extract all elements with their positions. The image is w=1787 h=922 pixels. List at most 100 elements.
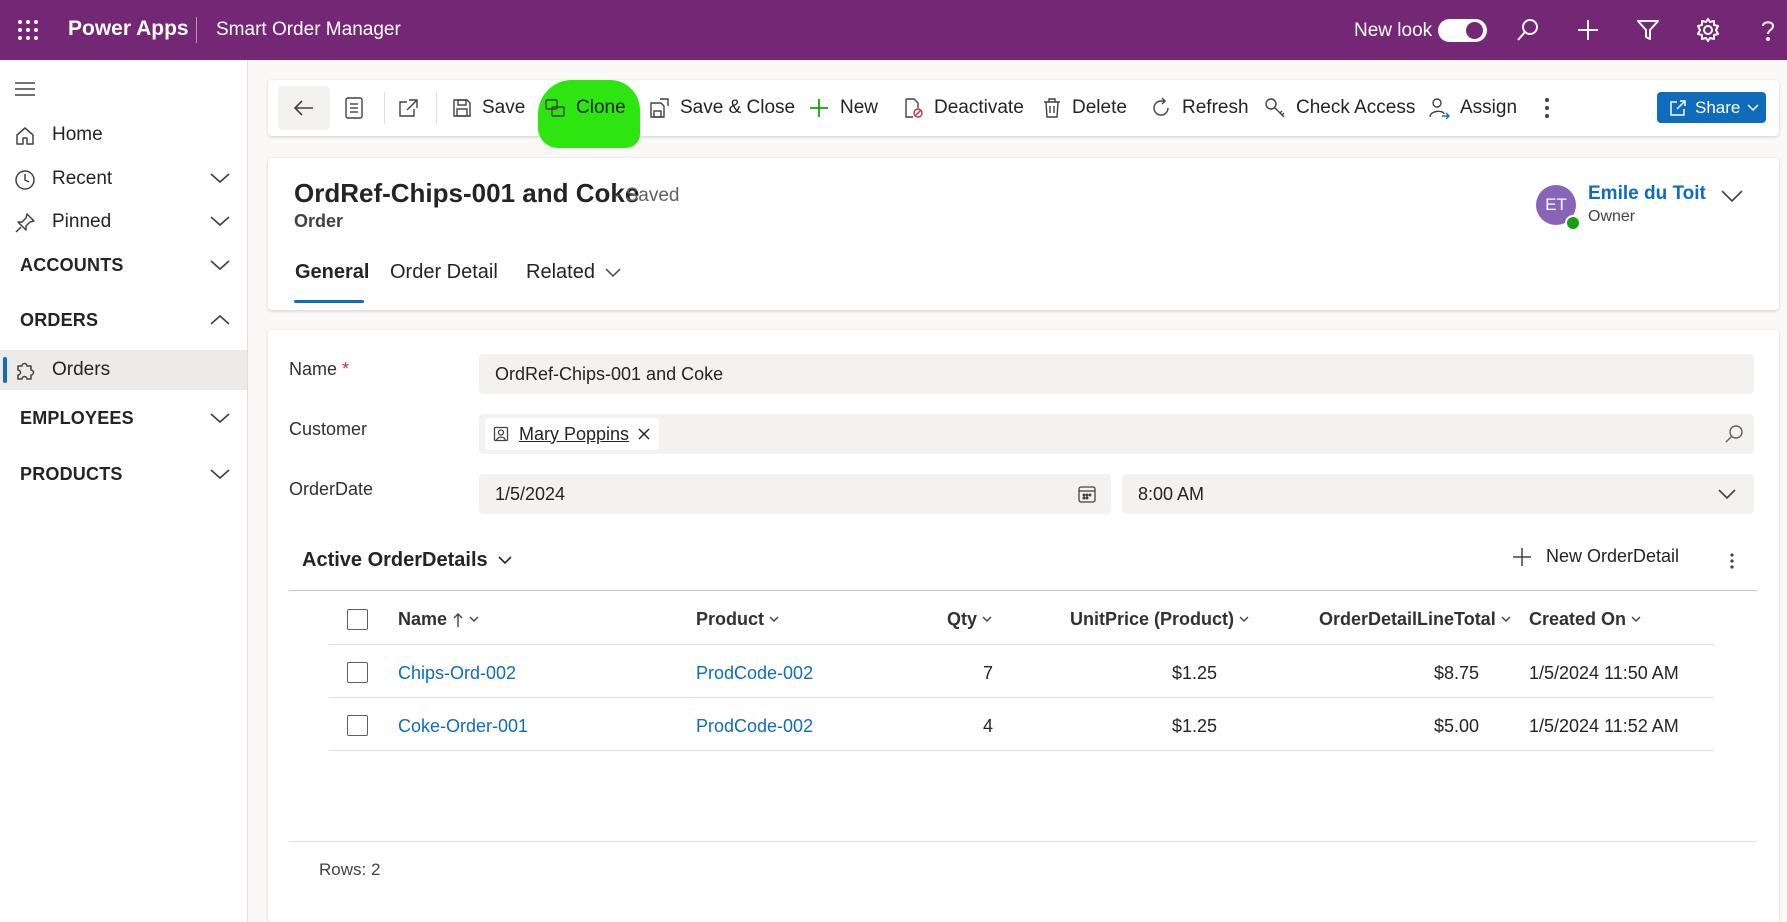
deactivate-icon bbox=[905, 98, 923, 118]
column-header-linetotal[interactable]: OrderDetailLineTotal bbox=[1319, 609, 1511, 630]
customer-name-link[interactable]: Mary Poppins bbox=[519, 424, 629, 445]
refresh-button[interactable]: Refresh bbox=[1150, 86, 1249, 130]
sidebar-item-pinned[interactable]: Pinned bbox=[0, 202, 247, 242]
hamburger-icon[interactable] bbox=[14, 80, 36, 98]
delete-button[interactable]: Delete bbox=[1042, 86, 1127, 130]
chevron-down-icon bbox=[1239, 616, 1249, 622]
select-all-checkbox[interactable] bbox=[347, 609, 368, 630]
chevron-down-icon bbox=[209, 467, 231, 481]
name-label: Name * bbox=[289, 359, 349, 380]
sidebar-group-accounts[interactable]: ACCOUNTS bbox=[0, 245, 247, 285]
row-name-link[interactable]: Coke-Order-001 bbox=[398, 716, 528, 737]
customer-tag: Mary Poppins bbox=[485, 418, 660, 450]
share-icon bbox=[1670, 99, 1686, 116]
app-name[interactable]: Smart Order Manager bbox=[216, 19, 401, 41]
required-indicator: * bbox=[342, 359, 350, 379]
add-icon bbox=[1513, 547, 1531, 566]
help-icon[interactable] bbox=[1755, 17, 1781, 43]
sidebar-group-products[interactable]: PRODUCTS bbox=[0, 454, 247, 494]
row-product-link[interactable]: ProdCode-002 bbox=[696, 716, 813, 737]
refresh-label: Refresh bbox=[1182, 97, 1249, 118]
order-date-input[interactable]: 1/5/2024 bbox=[479, 474, 1111, 514]
sidebar-item-home[interactable]: Home bbox=[0, 115, 247, 155]
more-commands-icon[interactable] bbox=[1544, 86, 1560, 130]
record-header: OrdRef-Chips-001 and Coke - Saved Order … bbox=[268, 158, 1779, 310]
deactivate-button[interactable]: Deactivate bbox=[902, 86, 1024, 130]
calendar-icon[interactable] bbox=[1077, 484, 1097, 504]
date-value: 1/5/2024 bbox=[495, 484, 566, 504]
expand-header-icon[interactable] bbox=[1720, 188, 1744, 204]
clone-icon bbox=[545, 99, 565, 117]
row-product-link[interactable]: ProdCode-002 bbox=[696, 663, 813, 684]
add-icon[interactable] bbox=[1575, 17, 1601, 43]
assign-label: Assign bbox=[1460, 97, 1518, 118]
column-header-unitprice[interactable]: UnitPrice (Product) bbox=[1070, 609, 1249, 630]
pin-icon bbox=[14, 212, 36, 234]
clock-icon bbox=[14, 169, 36, 191]
customer-lookup-field[interactable]: Mary Poppins bbox=[479, 414, 1754, 454]
share-button[interactable]: Share bbox=[1657, 92, 1766, 123]
group-label: ACCOUNTS bbox=[20, 255, 124, 275]
contact-card-icon bbox=[493, 426, 509, 442]
sidebar-item-recent[interactable]: Recent bbox=[0, 159, 247, 199]
owner-name-link[interactable]: Emile du Toit bbox=[1588, 183, 1706, 205]
tab-order-detail[interactable]: Order Detail bbox=[390, 261, 498, 284]
sidebar-item-orders[interactable]: Orders bbox=[0, 350, 247, 390]
row-unitprice: $1.25 bbox=[1171, 716, 1217, 736]
save-close-label: Save & Close bbox=[680, 97, 796, 118]
row-createdon: 1/5/2024 11:52 AM bbox=[1529, 716, 1679, 736]
tab-related[interactable]: Related bbox=[526, 261, 621, 284]
close-icon[interactable] bbox=[637, 427, 651, 441]
chevron-down-icon bbox=[1718, 489, 1736, 500]
column-header-qty[interactable]: Qty bbox=[947, 609, 992, 630]
chevron-down-icon bbox=[982, 616, 992, 622]
sidebar-item-label: Pinned bbox=[52, 211, 112, 232]
row-checkbox[interactable] bbox=[347, 662, 368, 683]
clone-button[interactable]: Clone bbox=[544, 86, 626, 130]
name-field[interactable]: OrdRef-Chips-001 and Coke bbox=[479, 354, 1754, 394]
settings-icon[interactable] bbox=[1695, 17, 1721, 43]
save-status: - Saved bbox=[614, 185, 680, 206]
search-icon[interactable] bbox=[1724, 424, 1744, 444]
record-title: OrdRef-Chips-001 and Coke bbox=[294, 178, 640, 208]
row-checkbox[interactable] bbox=[347, 715, 368, 736]
puzzle-icon bbox=[14, 360, 36, 382]
clone-label: Clone bbox=[576, 97, 626, 118]
check-access-button[interactable]: Check Access bbox=[1264, 86, 1415, 130]
sidebar-group-orders[interactable]: ORDERS bbox=[0, 300, 247, 340]
new-button[interactable]: New bbox=[808, 86, 878, 130]
row-qty: 4 bbox=[982, 716, 993, 736]
column-label: Product bbox=[696, 609, 765, 629]
chevron-down-icon bbox=[605, 267, 621, 277]
column-header-name[interactable]: Name bbox=[398, 609, 479, 630]
brand-name[interactable]: Power Apps bbox=[68, 17, 189, 41]
column-header-product[interactable]: Product bbox=[696, 609, 779, 630]
new-orderdetail-button[interactable]: New OrderDetail bbox=[1512, 546, 1679, 567]
row-name-link[interactable]: Chips-Ord-002 bbox=[398, 663, 516, 684]
search-icon[interactable] bbox=[1515, 17, 1541, 43]
filter-icon[interactable] bbox=[1635, 17, 1661, 43]
column-header-createdon[interactable]: Created On bbox=[1529, 609, 1641, 630]
save-close-button[interactable]: Save & Close bbox=[648, 86, 795, 130]
order-time-select[interactable]: 8:00 AM bbox=[1122, 474, 1754, 514]
presence-indicator bbox=[1565, 215, 1581, 231]
column-label: OrderDetailLineTotal bbox=[1319, 609, 1496, 629]
tab-general[interactable]: General bbox=[295, 261, 369, 284]
subgrid-view-selector[interactable]: Active OrderDetails bbox=[302, 549, 512, 572]
row-divider bbox=[329, 750, 1714, 751]
chevron-down-icon bbox=[1501, 616, 1511, 622]
new-look-toggle[interactable] bbox=[1438, 19, 1487, 42]
group-label: PRODUCTS bbox=[20, 464, 123, 484]
group-label: ORDERS bbox=[20, 310, 99, 330]
chevron-down-icon bbox=[769, 616, 779, 622]
sidebar-group-employees[interactable]: EMPLOYEES bbox=[0, 398, 247, 438]
chevron-down-icon bbox=[209, 258, 231, 272]
subgrid-more-icon[interactable] bbox=[1722, 548, 1742, 574]
form-section: Name * OrdRef-Chips-001 and Coke Custome… bbox=[268, 330, 1779, 922]
app-launcher-icon[interactable] bbox=[16, 18, 40, 42]
trash-icon bbox=[1044, 98, 1060, 118]
assign-button[interactable]: Assign bbox=[1428, 86, 1517, 130]
chevron-down-icon bbox=[498, 556, 512, 565]
check-access-label: Check Access bbox=[1296, 97, 1416, 118]
sidebar-item-label: Recent bbox=[52, 168, 113, 189]
